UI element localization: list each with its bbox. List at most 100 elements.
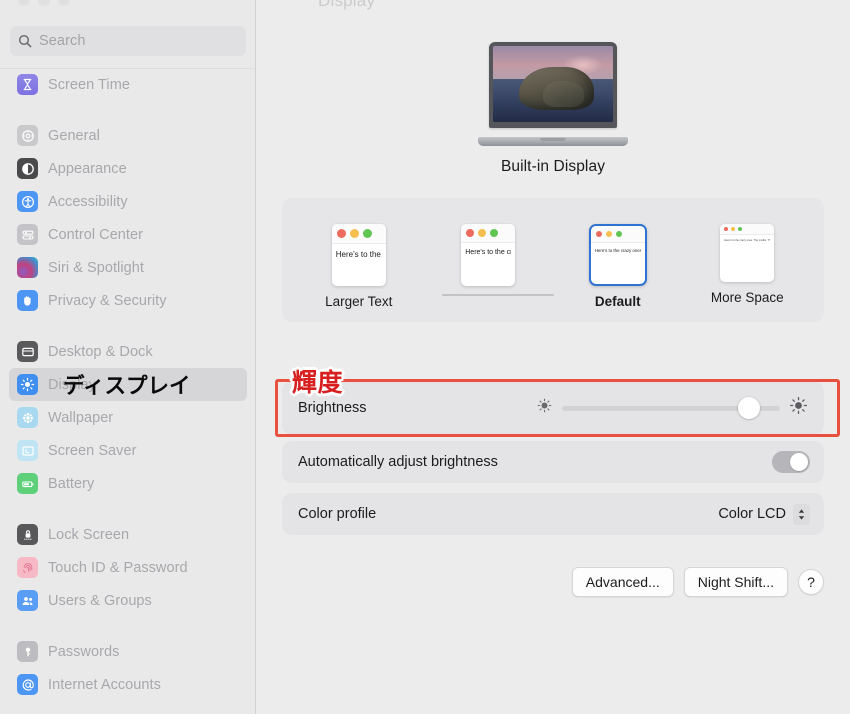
sidebar-item-label: Users & Groups bbox=[48, 592, 152, 609]
advanced-button[interactable]: Advanced... bbox=[571, 567, 674, 597]
contrast-circle-icon bbox=[17, 158, 38, 179]
sidebar-item-label: Accessibility bbox=[48, 193, 128, 210]
search-field-wrap[interactable]: Search bbox=[10, 26, 246, 56]
sidebar-item-label: Screen Saver bbox=[48, 442, 137, 459]
sidebar-item-touch-id[interactable]: Touch ID & Password bbox=[9, 551, 247, 584]
sidebar-item-label: Control Center bbox=[48, 226, 143, 243]
macbook-lid bbox=[489, 42, 617, 128]
sidebar-group-screentime: Screen Time bbox=[0, 68, 255, 101]
color-profile-row: Color profile Color LCD bbox=[282, 493, 824, 535]
maximize-icon bbox=[615, 231, 622, 237]
resolution-caption: More Space bbox=[710, 290, 784, 305]
flower-icon bbox=[17, 407, 38, 428]
sidebar-group-security: Lock Screen Touch ID & Password Users & … bbox=[0, 518, 255, 617]
sidebar-item-accessibility[interactable]: Accessibility bbox=[9, 185, 247, 218]
resolution-option-larger-text[interactable]: Here's to the crazy ones. The misfits. T… bbox=[304, 224, 414, 309]
preview-titlebar bbox=[461, 224, 516, 243]
hand-raised-icon bbox=[17, 290, 38, 311]
resolution-caption: Larger Text bbox=[325, 294, 393, 309]
pane-action-buttons: Advanced... Night Shift... ? bbox=[256, 567, 850, 597]
sidebar-item-general[interactable]: General bbox=[9, 119, 247, 152]
auto-brightness-label: Automatically adjust brightness bbox=[298, 454, 498, 470]
sidebar-item-siri-spotlight[interactable]: Siri & Spotlight bbox=[9, 251, 247, 284]
brightness-high-icon bbox=[789, 396, 808, 420]
users-icon bbox=[17, 590, 38, 611]
minimize-icon[interactable] bbox=[38, 0, 50, 6]
resolution-option-default[interactable]: Here's to the crazy ones. The misfits. T… bbox=[563, 224, 673, 309]
sidebar-item-appearance[interactable]: Appearance bbox=[9, 152, 247, 185]
close-icon bbox=[724, 227, 729, 231]
at-sign-icon bbox=[17, 674, 38, 695]
preview-text: Here's to the crazy ones. The misfits. T… bbox=[335, 250, 382, 259]
sidebar-group-display: Desktop & Dock Display Wallpaper Screen … bbox=[0, 335, 255, 500]
fingerprint-icon bbox=[17, 557, 38, 578]
sidebar: Search Screen Time General Appearance Ac… bbox=[0, 0, 256, 714]
sidebar-group-accounts: Passwords Internet Accounts bbox=[0, 635, 255, 701]
sidebar-item-label: Wallpaper bbox=[48, 409, 114, 426]
key-icon bbox=[17, 641, 38, 662]
night-shift-button[interactable]: Night Shift... bbox=[683, 567, 788, 597]
preview-text: Here's to the crazy ones. The misfits. T… bbox=[594, 248, 641, 253]
sidebar-item-control-center[interactable]: Control Center bbox=[9, 218, 247, 251]
brightness-slider[interactable] bbox=[562, 397, 780, 419]
gear-icon bbox=[17, 125, 38, 146]
sidebar-item-screen-time[interactable]: Screen Time bbox=[9, 68, 247, 101]
window-traffic-lights[interactable] bbox=[18, 0, 70, 6]
sidebar-item-label: Passwords bbox=[48, 643, 120, 660]
chevron-up-down-icon[interactable] bbox=[793, 503, 810, 525]
resolution-option-2[interactable]: Here's to the crazy ones. The misfits. T… bbox=[433, 224, 543, 294]
sidebar-item-lock-screen[interactable]: Lock Screen bbox=[9, 518, 247, 551]
search-icon bbox=[18, 34, 32, 48]
minimize-icon bbox=[605, 231, 612, 237]
auto-brightness-toggle[interactable] bbox=[772, 451, 810, 473]
minimize-icon bbox=[349, 229, 359, 238]
sidebar-item-desktop-dock[interactable]: Desktop & Dock bbox=[9, 335, 247, 368]
maximize-icon[interactable] bbox=[58, 0, 70, 6]
preview-titlebar bbox=[720, 224, 775, 235]
preview-window: Here's to the crazy ones. The misfits. T… bbox=[461, 224, 516, 286]
brightness-slider-thumb[interactable] bbox=[738, 397, 761, 419]
minimize-icon bbox=[478, 229, 487, 237]
sidebar-item-label: Internet Accounts bbox=[48, 676, 161, 693]
display-settings-pane: Display Built-in Display Here's to the L… bbox=[256, 0, 850, 714]
color-profile-popup[interactable]: Color LCD bbox=[718, 503, 810, 525]
sidebar-item-passwords[interactable]: Passwords bbox=[9, 635, 247, 668]
sidebar-item-internet-accounts[interactable]: Internet Accounts bbox=[9, 668, 247, 701]
preview-body: Here's to the crazy ones. The misfits. T… bbox=[461, 243, 515, 262]
macbook-illustration bbox=[478, 42, 628, 146]
sidebar-item-wallpaper[interactable]: Wallpaper bbox=[9, 401, 247, 434]
close-icon bbox=[595, 231, 602, 237]
sidebar-item-label: Touch ID & Password bbox=[48, 559, 188, 576]
resolution-caption: Default bbox=[594, 294, 641, 309]
sidebar-group-system: General Appearance Accessibility Control… bbox=[0, 119, 255, 317]
preview-window: Here's to the crazy ones. The misfits. T… bbox=[720, 224, 775, 282]
resolution-option-more-space[interactable]: Here's to the crazy ones. The misfits. T… bbox=[692, 224, 802, 305]
annotation-display-japanese: ディスプレイ bbox=[63, 374, 191, 399]
sidebar-item-privacy-security[interactable]: Privacy & Security bbox=[9, 284, 247, 317]
sidebar-item-battery[interactable]: Battery bbox=[9, 467, 247, 500]
window-icon bbox=[17, 341, 38, 362]
sidebar-item-users-groups[interactable]: Users & Groups bbox=[9, 584, 247, 617]
display-hero: Built-in Display bbox=[256, 42, 850, 176]
preview-text: Here's to the crazy ones. The misfits. T… bbox=[465, 249, 511, 256]
sidebar-item-label: Siri & Spotlight bbox=[48, 259, 144, 276]
help-button[interactable]: ? bbox=[798, 569, 824, 595]
resolution-connector-line bbox=[442, 294, 554, 296]
close-icon[interactable] bbox=[18, 0, 30, 6]
sidebar-item-label: General bbox=[48, 127, 100, 144]
preview-body: Here's to the crazy ones. The misfits. T… bbox=[332, 244, 386, 264]
color-profile-value: Color LCD bbox=[718, 506, 786, 522]
close-icon bbox=[466, 229, 475, 237]
sidebar-item-label: Appearance bbox=[48, 160, 127, 177]
sliders-icon bbox=[17, 224, 38, 245]
macbook-notch bbox=[540, 138, 566, 141]
system-settings-window: Search Screen Time General Appearance Ac… bbox=[0, 0, 850, 714]
search-input[interactable]: Search bbox=[10, 26, 246, 56]
sidebar-item-screen-saver[interactable]: Screen Saver bbox=[9, 434, 247, 467]
brightness-slider-area[interactable] bbox=[536, 396, 808, 420]
accessibility-person-icon bbox=[17, 191, 38, 212]
preview-body: Here's to the crazy ones. The misfits. T… bbox=[591, 243, 645, 258]
hourglass-icon bbox=[17, 74, 38, 95]
preview-text: Here's to the crazy ones. The misfits. T… bbox=[724, 239, 770, 242]
